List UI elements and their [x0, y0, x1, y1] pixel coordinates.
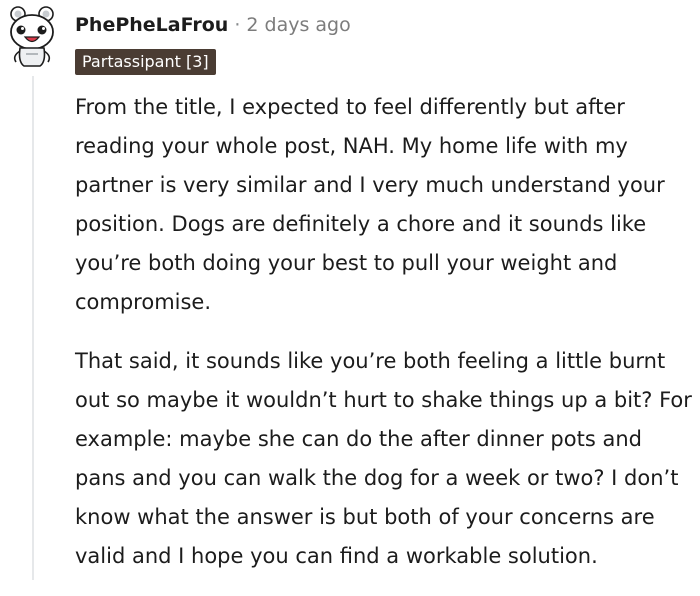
user-flair: Partassipant [3] [75, 49, 216, 75]
thread-line[interactable] [32, 76, 34, 580]
comment-paragraph: That said, it sounds like you’re both fe… [75, 349, 692, 568]
username-link[interactable]: PhePheLaFrou [75, 14, 228, 36]
comment-header: PhePheLaFrou · 2 days ago [75, 10, 351, 40]
snoo-avatar-icon[interactable] [6, 4, 60, 68]
separator-dot: · [234, 14, 241, 36]
comment-paragraph: From the title, I expected to feel diffe… [75, 95, 665, 314]
comment-body: From the title, I expected to feel diffe… [75, 88, 697, 596]
timestamp[interactable]: 2 days ago [246, 14, 350, 36]
